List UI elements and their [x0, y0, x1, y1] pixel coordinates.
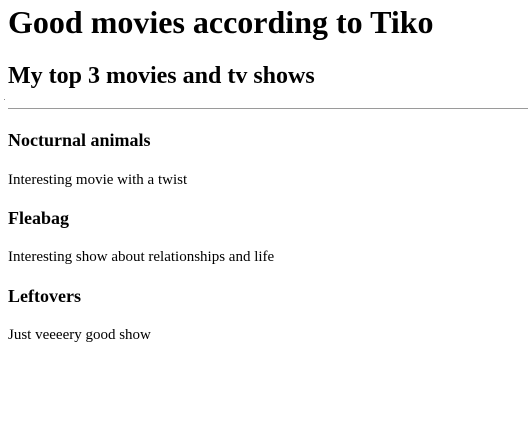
- show-title-fleabag: Fleabag: [8, 208, 69, 228]
- page-title: Good movies according to Tiko: [8, 4, 434, 40]
- show-description-leftovers: Just veeeery good show: [8, 327, 151, 343]
- divider: [8, 108, 528, 109]
- show-description-fleabag: Interesting show about relationships and…: [8, 249, 275, 265]
- movie-title-nocturnal-animals: Nocturnal animals: [8, 130, 151, 150]
- show-title-leftovers: Leftovers: [8, 286, 81, 306]
- page: Good movies according to Tiko My top 3 m…: [0, 0, 528, 430]
- stray-dot: [4, 99, 5, 100]
- page-subtitle: My top 3 movies and tv shows: [8, 63, 315, 89]
- movie-description-nocturnal-animals: Interesting movie with a twist: [8, 172, 188, 188]
